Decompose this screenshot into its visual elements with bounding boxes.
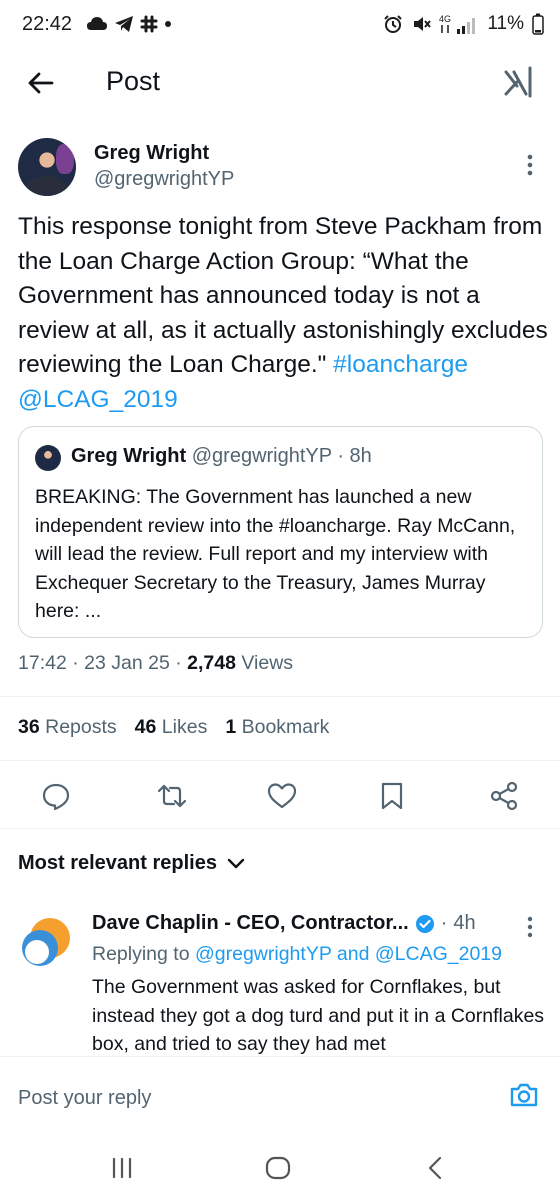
system-nav-bar: [0, 1136, 560, 1200]
page-title: Post: [106, 66, 161, 96]
author-handle[interactable]: @gregwrightYP: [94, 168, 234, 191]
repost-icon[interactable]: [156, 780, 188, 812]
bookmarks-label: Bookmark: [241, 716, 330, 738]
telegram-icon: [115, 16, 133, 32]
chevron-down-icon: [227, 858, 245, 868]
back-nav-icon[interactable]: [420, 1152, 452, 1184]
reply-separator: ·: [440, 912, 448, 934]
divider: [0, 760, 560, 761]
quote-author-handle: @gregwrightYP: [191, 445, 332, 467]
status-time: 22:42: [22, 13, 73, 35]
views-label: Views: [241, 652, 294, 674]
post-text: This response tonight from Steve Packham…: [18, 210, 548, 417]
quote-author-name: Greg Wright: [71, 445, 187, 467]
quote-age: 8h: [349, 445, 372, 467]
post-stats: 36 Reposts 46 Likes 1 Bookmark: [18, 716, 329, 739]
share-icon[interactable]: [488, 780, 520, 812]
divider: [0, 828, 560, 829]
quote-avatar: [35, 445, 61, 471]
slack-icon: [140, 15, 158, 33]
quoted-post[interactable]: Greg Wright @gregwrightYP · 8h BREAKING:…: [18, 426, 543, 638]
meta-separator: ·: [72, 652, 79, 674]
alarm-icon: [384, 15, 403, 33]
replying-mention-2[interactable]: @LCAG_2019: [375, 943, 502, 965]
post-body: This response tonight from Steve Packham…: [18, 213, 548, 378]
replies-sort-label: Most relevant replies: [18, 852, 217, 874]
battery-icon: [532, 13, 544, 35]
replies-sort-selector[interactable]: Most relevant replies: [18, 852, 245, 875]
4g-signal-icon: 4G: [439, 14, 476, 34]
author-avatar[interactable]: [18, 138, 76, 196]
status-right-icons: 4G 11%: [383, 12, 544, 36]
home-icon[interactable]: [262, 1152, 294, 1184]
reply-text: The Government was asked for Cornflakes,…: [92, 976, 545, 1055]
bookmarks-stat[interactable]: 1 Bookmark: [225, 716, 329, 739]
reply-author-name[interactable]: Dave Chaplin - CEO, Contractor...: [92, 912, 409, 935]
battery-percent: 11%: [487, 13, 524, 34]
action-bar: [0, 772, 560, 820]
reply-icon[interactable]: [40, 780, 72, 812]
recent-apps-icon[interactable]: [106, 1152, 138, 1184]
reply-age: 4h: [453, 912, 476, 934]
post-time: 17:42: [18, 652, 67, 674]
bookmark-icon[interactable]: [376, 780, 408, 812]
camera-icon[interactable]: [508, 1079, 540, 1111]
grok-icon[interactable]: [502, 64, 538, 100]
meta-separator: ·: [175, 652, 182, 674]
reposts-stat[interactable]: 36 Reposts: [18, 716, 117, 739]
reposts-count: 36: [18, 716, 40, 738]
arrow-left-icon[interactable]: [24, 66, 58, 100]
quote-header: Greg Wright @gregwrightYP · 8h: [71, 445, 372, 468]
header: Post: [0, 50, 560, 114]
status-bar: 22:42 4G 11%: [0, 0, 560, 50]
reply-more-options-icon[interactable]: [520, 914, 540, 940]
divider: [0, 696, 560, 697]
like-icon[interactable]: [266, 780, 298, 812]
views-count: 2,748: [187, 652, 236, 674]
reply-composer: [0, 1056, 560, 1136]
likes-stat[interactable]: 46 Likes: [135, 716, 208, 739]
mute-icon: [414, 17, 432, 31]
reposts-label: Reposts: [45, 716, 117, 738]
likes-count: 46: [134, 716, 157, 738]
replying-mention-1[interactable]: @gregwrightYP: [195, 943, 332, 965]
bookmarks-count: 1: [225, 716, 237, 738]
more-options-icon[interactable]: [520, 150, 540, 180]
post-meta: 17:42 · 23 Jan 25 · 2,748 Views: [18, 652, 293, 675]
replying-and: and: [336, 943, 370, 965]
svg-text:4G: 4G: [439, 14, 451, 24]
reply-replying-to: Replying to @gregwrightYP and @LCAG_2019: [92, 943, 502, 966]
cloud-icon: [87, 17, 107, 30]
quote-separator: ·: [337, 445, 344, 467]
reply-input[interactable]: [18, 1081, 478, 1115]
likes-label: Likes: [161, 716, 208, 738]
dot-icon: [165, 21, 171, 27]
verified-badge-icon: [415, 914, 434, 933]
mention-link[interactable]: @LCAG_2019: [18, 386, 178, 413]
hashtag-link[interactable]: #loancharge: [333, 351, 468, 378]
reply-avatar[interactable]: [18, 916, 74, 972]
author-name[interactable]: Greg Wright: [94, 142, 209, 165]
replying-prefix: Replying to: [92, 943, 190, 965]
reply-header: Dave Chaplin - CEO, Contractor... · 4h: [92, 912, 476, 935]
status-left-icons: [86, 13, 172, 35]
post-date: 23 Jan 25: [84, 652, 170, 674]
quote-text: BREAKING: The Government has launched a …: [35, 486, 516, 622]
